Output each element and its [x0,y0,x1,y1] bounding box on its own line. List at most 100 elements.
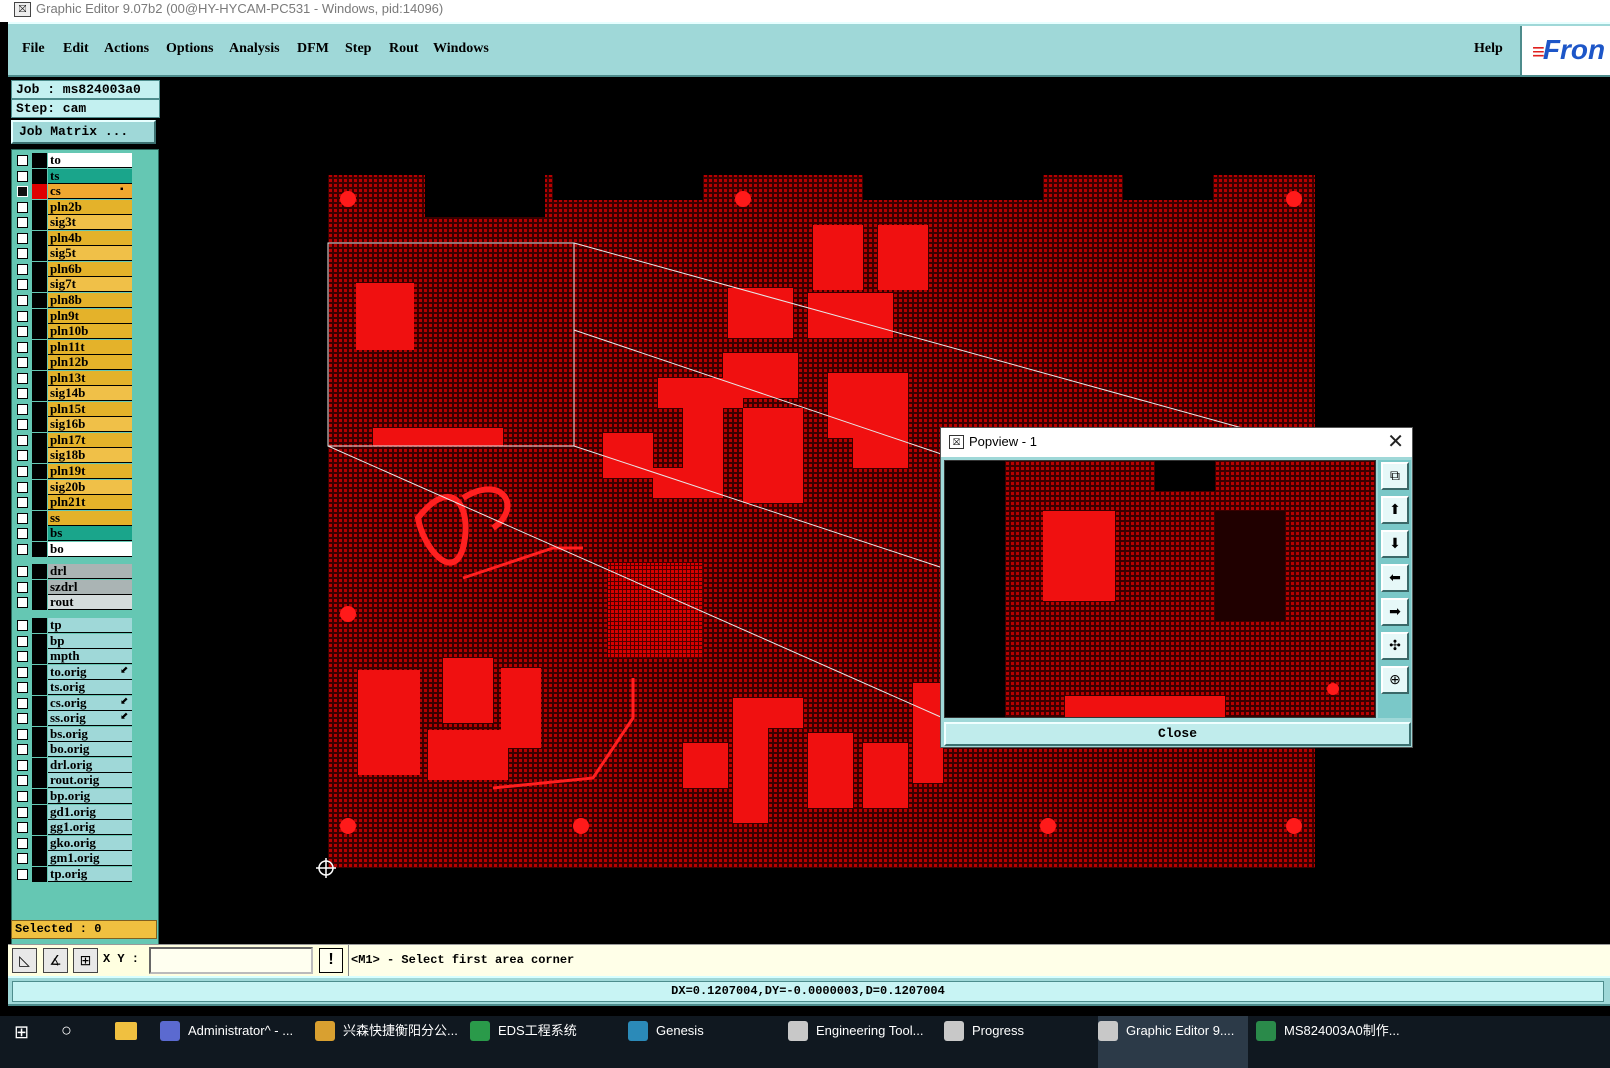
layer-name[interactable]: gm1.orig [48,851,132,867]
layer-checkbox[interactable] [17,248,28,260]
layer-name[interactable]: tp [48,617,132,633]
menu-actions[interactable]: Actions [104,41,149,57]
menu-rout[interactable]: Rout [389,41,419,57]
pan-down-icon[interactable]: ⬇ [1381,530,1409,558]
layer-row-tp-orig[interactable]: tp.orig [12,866,132,882]
layer-name[interactable]: pln19t [48,464,132,479]
layer-name[interactable]: pln11t [48,339,132,355]
layer-name[interactable]: drl [48,564,132,580]
layer-checkbox[interactable] [17,682,28,694]
layer-checkbox[interactable] [17,581,28,593]
layer-name[interactable]: szdrl [48,579,132,595]
layer-row-pln21t[interactable]: pln21t [12,495,132,511]
layer-checkbox[interactable] [17,822,28,834]
layer-color-swatch[interactable] [32,664,47,680]
layer-color-swatch[interactable] [32,370,47,386]
layer-row-sig16b[interactable]: sig16b [12,417,132,433]
taskbar-item[interactable]: EDS工程系统 [470,1016,618,1068]
layer-checkbox[interactable] [17,837,28,849]
layer-checkbox[interactable] [17,170,28,182]
layer-name[interactable]: bp.orig [48,789,132,804]
layer-name[interactable]: sig16b [48,417,132,433]
layer-name[interactable]: gd1.orig [48,804,132,820]
layer-checkbox[interactable] [17,791,28,802]
layer-name[interactable]: sig20b [48,479,132,495]
layer-checkbox[interactable] [17,775,28,787]
layer-color-swatch[interactable] [32,246,47,262]
menu-step[interactable]: Step [345,41,371,57]
layer-name[interactable]: drl.orig [48,757,132,773]
layer-checkbox[interactable] [17,232,28,244]
layer-row-ts[interactable]: ts [12,168,132,184]
menu-file[interactable]: File [22,41,45,57]
taskbar-item[interactable]: Progress [944,1016,1089,1068]
menu-options[interactable]: Options [166,41,213,57]
layer-name[interactable]: pln4b [48,230,132,246]
layer-color-swatch[interactable] [32,804,47,820]
layer-color-swatch[interactable] [32,261,47,277]
layer-checkbox[interactable] [17,666,28,678]
layer-color-swatch[interactable] [32,292,47,308]
layer-color-swatch[interactable] [32,595,47,611]
layer-name[interactable]: ts [48,168,132,184]
layer-name[interactable]: pln2b [48,199,132,215]
layer-color-swatch[interactable] [32,851,47,867]
measure-icon[interactable]: ◺ [12,948,37,973]
layer-name[interactable]: pln15t [48,401,132,417]
taskbar-item[interactable]: Genesis [628,1016,778,1068]
layer-name[interactable]: pln13t [48,370,132,386]
layer-color-swatch[interactable] [32,541,47,557]
layer-name[interactable]: pln21t [48,495,132,511]
file-explorer-icon[interactable] [115,1022,137,1040]
zoom-fit-icon[interactable]: ⧉ [1381,462,1409,490]
layer-row-bp[interactable]: bp [12,633,132,649]
layer-name[interactable]: pln12b [48,355,132,371]
layer-row-sig7t[interactable]: sig7t [12,277,132,293]
layer-checkbox[interactable] [17,481,28,493]
layer-row-gd1-orig[interactable]: gd1.orig [12,804,132,820]
layer-name[interactable]: pln17t [48,432,132,448]
layer-row-sig5t[interactable]: sig5t [12,246,132,262]
layer-color-swatch[interactable] [32,184,47,200]
layer-checkbox[interactable] [17,310,28,322]
layer-name[interactable]: bo.orig [48,742,132,758]
layer-name[interactable]: gko.orig [48,835,132,851]
layer-checkbox[interactable] [17,201,28,213]
layer-checkbox[interactable] [17,326,28,338]
layer-color-swatch[interactable] [32,417,47,433]
layer-row-bp-orig[interactable]: bp.orig [12,789,132,804]
taskbar-item[interactable]: Administrator^ - ... [160,1016,305,1068]
layer-row-cs[interactable]: cs ▪ [12,184,132,200]
layer-name[interactable]: ss [48,510,132,526]
layer-row-gm1-orig[interactable]: gm1.orig [12,851,132,867]
layer-checkbox[interactable] [17,744,28,756]
layer-color-swatch[interactable] [32,448,47,464]
layer-row-pln8b[interactable]: pln8b [12,292,132,308]
layer-color-swatch[interactable] [32,617,47,633]
layer-row-pln11t[interactable]: pln11t [12,339,132,355]
layer-checkbox[interactable] [17,419,28,431]
layer-color-swatch[interactable] [32,695,47,711]
layer-color-swatch[interactable] [32,339,47,355]
layer-checkbox[interactable] [17,713,28,725]
layer-checkbox[interactable] [17,528,28,540]
layer-checkbox[interactable] [17,217,28,229]
layer-checkbox[interactable] [17,466,28,477]
taskbar-item[interactable]: 兴森快捷衡阳分公... [315,1016,465,1068]
layer-color-swatch[interactable] [32,820,47,836]
layer-checkbox[interactable] [17,263,28,275]
layer-checkbox[interactable] [17,434,28,446]
layer-name[interactable]: sig3t [48,215,132,231]
layer-name[interactable]: pln8b [48,292,132,308]
layer-row-ss-orig[interactable]: ss.orig ⬋ [12,711,132,727]
layer-name[interactable]: bs [48,526,132,542]
layer-name[interactable]: sig5t [48,246,132,262]
layer-row-bs[interactable]: bs [12,526,132,542]
pan-up-icon[interactable]: ⬆ [1381,496,1409,524]
layer-row-gg1-orig[interactable]: gg1.orig [12,820,132,836]
layer-name[interactable]: mpth [48,649,132,665]
layer-row-tp[interactable]: tp [12,617,132,633]
layer-row-bo-orig[interactable]: bo.orig [12,742,132,758]
layer-color-swatch[interactable] [32,199,47,215]
layer-color-swatch[interactable] [32,680,47,696]
